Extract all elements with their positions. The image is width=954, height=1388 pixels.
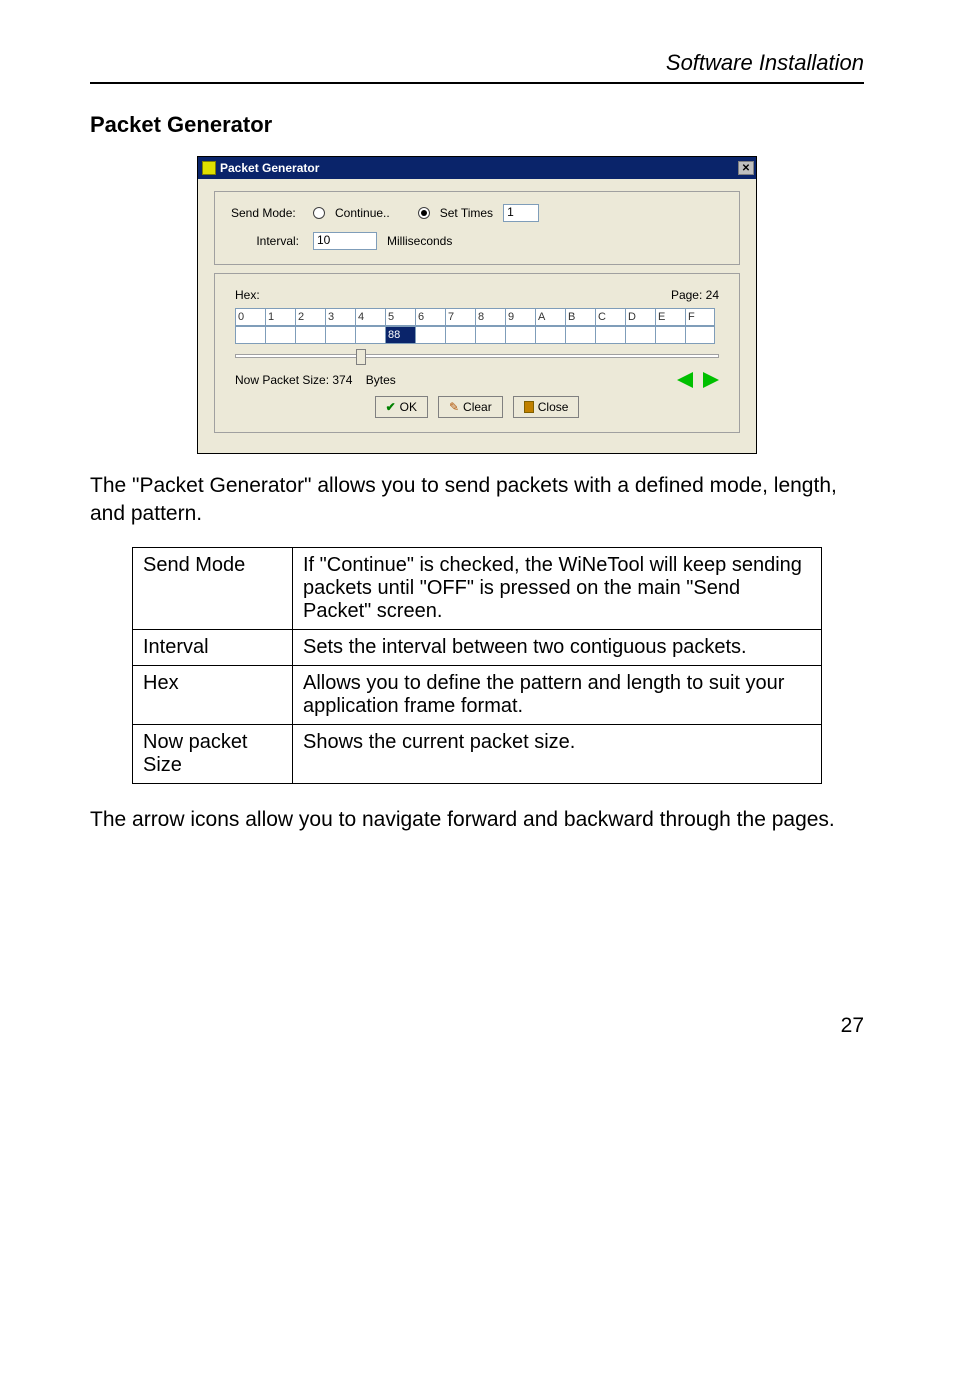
table-key: Now packet Size [133,724,293,783]
hex-header-cell[interactable]: D [625,308,655,326]
hex-header-cell[interactable]: 5 [385,308,415,326]
hex-header-cell[interactable]: 9 [505,308,535,326]
table-row: Now packet SizeShows the current packet … [133,724,822,783]
table-value: Sets the interval between two contiguous… [293,629,822,665]
hex-header-cell[interactable]: F [685,308,715,326]
prev-page-icon[interactable] [677,372,693,388]
table-row: Send ModeIf "Continue" is checked, the W… [133,547,822,629]
hex-header-cell[interactable]: B [565,308,595,326]
hex-data-cell[interactable] [565,326,595,344]
ms-label: Milliseconds [387,234,452,248]
bytes-label: Bytes [366,373,396,387]
next-page-icon[interactable] [703,372,719,388]
hex-header-cell[interactable]: 8 [475,308,505,326]
paragraph-1: The "Packet Generator" allows you to sen… [90,472,864,529]
hex-header-cell[interactable]: E [655,308,685,326]
radio-continue[interactable] [313,207,325,219]
info-table: Send ModeIf "Continue" is checked, the W… [132,547,822,784]
page-number: 27 [90,1014,864,1038]
hex-header-cell[interactable]: A [535,308,565,326]
hex-data-cell[interactable] [595,326,625,344]
table-row: IntervalSets the interval between two co… [133,629,822,665]
app-icon [202,161,216,175]
send-mode-label: Send Mode: [231,206,303,220]
ok-button[interactable]: ✔ OK [375,396,428,418]
close-label: Close [538,400,569,414]
hex-header-cell[interactable]: 0 [235,308,265,326]
check-icon: ✔ [386,400,396,414]
table-key: Hex [133,665,293,724]
table-value: Shows the current packet size. [293,724,822,783]
continue-label: Continue.. [335,206,390,220]
close-button[interactable]: Close [513,396,580,418]
interval-input[interactable]: 10 [313,232,377,250]
door-icon [524,401,534,413]
hex-data-cell[interactable] [505,326,535,344]
clear-button[interactable]: ✎ Clear [438,396,503,418]
hex-data-cell[interactable] [685,326,715,344]
hex-data-cell[interactable] [445,326,475,344]
table-key: Interval [133,629,293,665]
hex-header-cell[interactable]: 3 [325,308,355,326]
send-settings-group: Send Mode: Continue.. Set Times 1 Interv… [214,191,740,265]
table-row: HexAllows you to define the pattern and … [133,665,822,724]
close-icon[interactable]: ✕ [738,161,754,175]
hex-header-cell[interactable]: 7 [445,308,475,326]
titlebar: Packet Generator ✕ [198,157,756,179]
clear-label: Clear [463,400,492,414]
paragraph-2: The arrow icons allow you to navigate fo… [90,806,864,834]
set-times-input[interactable]: 1 [503,204,539,222]
hex-header-cell[interactable]: 2 [295,308,325,326]
hex-header-cell[interactable]: C [595,308,625,326]
packet-size-label: Now Packet Size: 374 [235,373,352,387]
dialog-title: Packet Generator [220,161,319,175]
table-value: If "Continue" is checked, the WiNeTool w… [293,547,822,629]
hex-data-cell[interactable] [325,326,355,344]
hex-header-cell[interactable]: 6 [415,308,445,326]
slider-thumb[interactable] [356,349,366,365]
hex-data-cell[interactable] [475,326,505,344]
page-header: Software Installation [90,50,864,76]
radio-set-times[interactable] [418,207,430,219]
hex-data-cell[interactable] [355,326,385,344]
hex-data-cell[interactable] [625,326,655,344]
hex-label: Hex: [235,288,260,302]
packet-generator-dialog: Packet Generator ✕ Send Mode: Continue..… [197,156,757,454]
hex-slider[interactable] [235,354,719,358]
hex-data-cell[interactable]: 88 [385,326,415,344]
header-divider [90,82,864,84]
header-title: Software Installation [666,50,864,75]
brush-icon: ✎ [449,400,459,414]
table-key: Send Mode [133,547,293,629]
hex-group: Hex: Page: 24 012345886789ABCDEF Now Pac… [214,273,740,433]
hex-data-cell[interactable] [295,326,325,344]
ok-label: OK [400,400,417,414]
hex-data-cell[interactable] [235,326,265,344]
hex-page-label: Page: 24 [671,288,719,302]
table-value: Allows you to define the pattern and len… [293,665,822,724]
hex-grid[interactable]: 012345886789ABCDEF [235,308,719,344]
hex-data-cell[interactable] [535,326,565,344]
interval-label: Interval: [231,234,303,248]
section-title: Packet Generator [90,112,864,138]
hex-data-cell[interactable] [415,326,445,344]
hex-header-cell[interactable]: 4 [355,308,385,326]
set-times-label: Set Times [440,206,493,220]
hex-data-cell[interactable] [265,326,295,344]
hex-data-cell[interactable] [655,326,685,344]
hex-header-cell[interactable]: 1 [265,308,295,326]
